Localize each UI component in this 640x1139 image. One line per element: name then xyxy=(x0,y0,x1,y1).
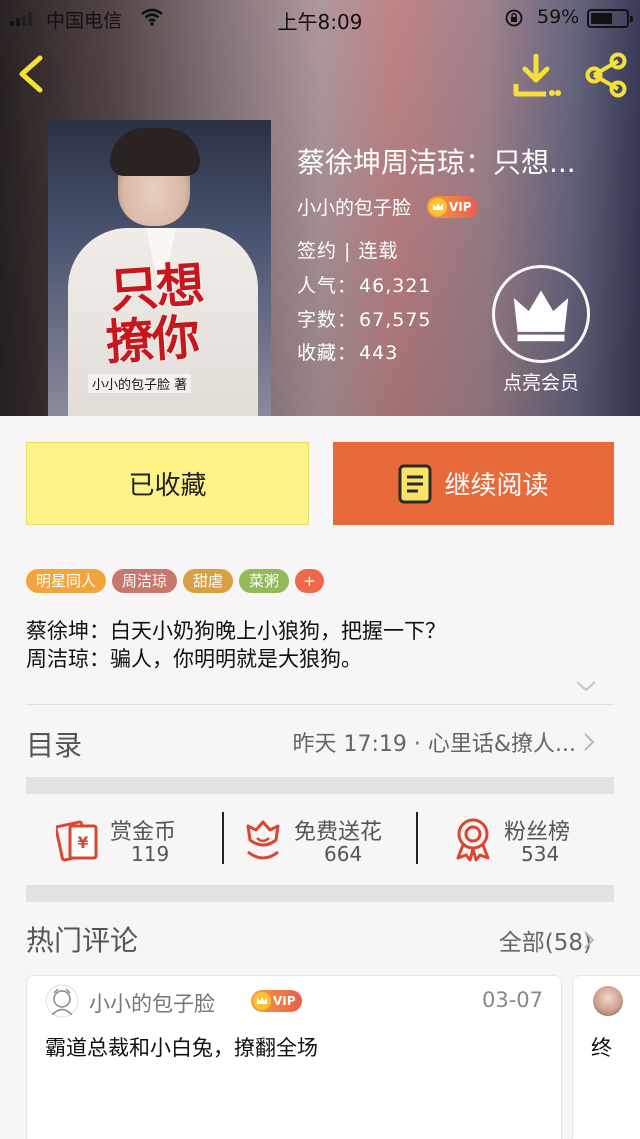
collected-button[interactable]: 已收藏 xyxy=(26,442,309,525)
tag-list: 明星同人 周洁琼 甜虐 菜粥 + xyxy=(26,569,324,593)
flower-icon xyxy=(246,820,280,860)
toc-title: 目录 xyxy=(26,729,83,762)
cover-author: 小小的包子脸 著 xyxy=(88,374,192,393)
cover-title: 只想 撩你 xyxy=(104,256,205,372)
popularity: 人气： 46,321 xyxy=(297,275,432,297)
fan-ranking[interactable]: 粉丝榜 534 xyxy=(418,794,614,886)
book-icon xyxy=(398,464,432,503)
book-intro: 蔡徐坤：白天小奶狗晚上小狼狗，把握一下？ 周洁琼：骗人，你明明就是大狼狗。 xyxy=(26,619,446,671)
favorites-count: 收藏： 443 xyxy=(297,342,399,364)
section-separator xyxy=(26,777,614,794)
chevron-right-icon[interactable] xyxy=(582,929,596,951)
chevron-right-icon xyxy=(584,733,595,751)
table-of-contents-row[interactable]: 目录 昨天 17:19 · 心里话&撩人... xyxy=(0,705,640,777)
member-crown-icon[interactable] xyxy=(492,265,590,363)
medal-icon xyxy=(456,818,490,862)
comment-text: 终 xyxy=(591,1036,612,1060)
book-detail-page: 中国电信 上午8:09 59% 只想 撩你 小小的包子脸 著 蔡徐坤周洁琼：只想… xyxy=(0,0,640,1139)
stat-value: 664 xyxy=(324,842,363,866)
status-bar: 中国电信 上午8:09 59% xyxy=(0,0,640,36)
battery-icon xyxy=(587,9,633,28)
vip-badge: VIP xyxy=(251,990,302,1012)
comment-card[interactable]: 终 xyxy=(572,975,640,1139)
tag-item[interactable]: 明星同人 xyxy=(26,569,107,593)
share-icon[interactable] xyxy=(582,52,630,98)
stat-value: 119 xyxy=(131,842,170,866)
comment-card[interactable]: 小小的包子脸 VIP 03-07 霸道总裁和小白兔，撩翻全场 xyxy=(26,975,562,1139)
vip-badge: VIP xyxy=(427,195,478,218)
crown-icon xyxy=(253,992,271,1010)
member-label[interactable]: 点亮会员 xyxy=(494,368,588,395)
section-separator xyxy=(26,885,614,902)
hot-comments-title: 热门评论 xyxy=(26,924,139,957)
tag-item[interactable]: 菜粥 xyxy=(239,569,290,593)
rotation-lock-icon xyxy=(505,9,523,27)
comment-author[interactable]: 小小的包子脸 xyxy=(89,988,215,1018)
latest-chapter: 昨天 17:19 · 心里话&撩人... xyxy=(292,732,576,757)
avatar xyxy=(593,986,623,1016)
book-status: 签约 | 连载 xyxy=(297,240,399,262)
book-cover[interactable]: 只想 撩你 小小的包子脸 著 xyxy=(48,120,271,416)
tag-item[interactable]: 甜虐 xyxy=(183,569,234,593)
reward-coins[interactable]: ¥ 赏金币 119 xyxy=(26,794,222,886)
back-icon[interactable] xyxy=(14,54,50,94)
continue-reading-button[interactable]: 继续阅读 xyxy=(333,442,614,525)
svg-text:¥: ¥ xyxy=(77,833,88,852)
author-row[interactable]: 小小的包子脸 VIP xyxy=(297,193,478,220)
stats-row: ¥ 赏金币 119 免费送花 664 粉丝榜 534 xyxy=(26,794,614,886)
coin-envelope-icon: ¥ xyxy=(56,820,98,862)
avatar xyxy=(45,984,79,1018)
free-flowers[interactable]: 免费送花 664 xyxy=(224,794,416,886)
word-count: 字数： 67,575 xyxy=(297,309,432,331)
stat-value: 534 xyxy=(521,842,560,866)
download-icon[interactable] xyxy=(512,54,562,100)
book-title: 蔡徐坤周洁琼：只想... xyxy=(297,146,576,179)
add-tag-button[interactable]: + xyxy=(295,569,324,593)
crown-icon xyxy=(429,197,448,216)
battery-percent: 59% xyxy=(537,6,580,28)
comment-text: 霸道总裁和小白兔，撩翻全场 xyxy=(45,1036,318,1060)
chevron-down-icon[interactable] xyxy=(574,678,598,694)
tag-item[interactable]: 周洁琼 xyxy=(112,569,178,593)
all-comments-link[interactable]: 全部(58) xyxy=(499,923,592,957)
author-name[interactable]: 小小的包子脸 xyxy=(297,193,411,220)
comment-date: 03-07 xyxy=(481,988,543,1012)
